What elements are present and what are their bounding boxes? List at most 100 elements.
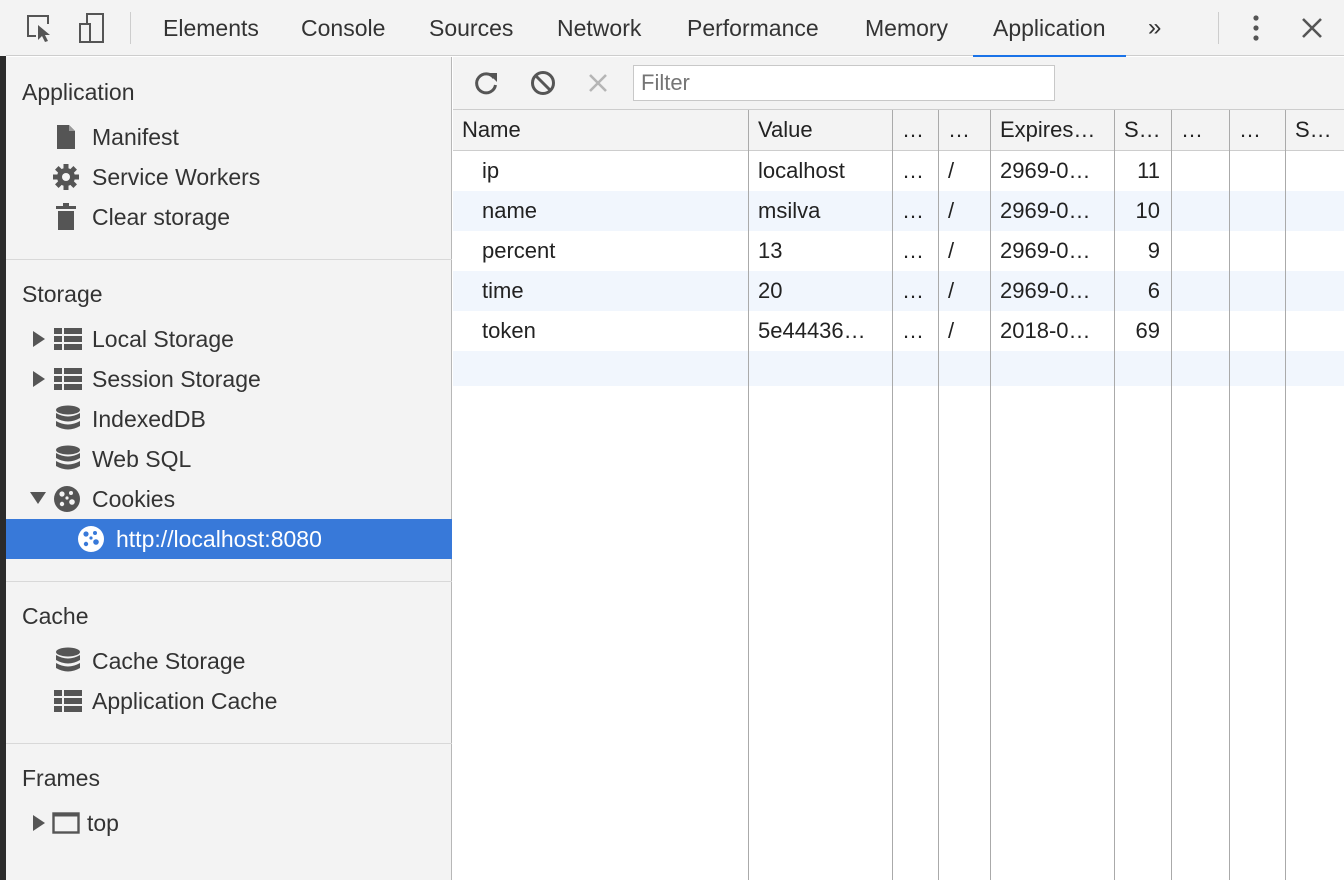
cell-domain: … (902, 198, 924, 223)
tab-memory[interactable]: Memory (865, 0, 948, 56)
refresh-icon[interactable] (470, 67, 502, 99)
cell-samesite (1286, 271, 1344, 311)
cell-value: 13 (758, 238, 783, 263)
column-header-path[interactable]: … (939, 110, 991, 151)
sidebar-item-label: top (87, 809, 119, 836)
cell-domain: … (902, 238, 924, 263)
cell-value: 20 (758, 278, 783, 303)
cell-secure (1230, 191, 1286, 231)
tab-console[interactable]: Console (301, 0, 385, 56)
sidebar-item-label: Service Workers (92, 163, 261, 190)
tab-network[interactable]: Network (557, 0, 641, 56)
table-grid-icon (54, 325, 82, 353)
cell-domain: … (902, 158, 924, 183)
cell-size: 9 (1147, 238, 1160, 263)
sidebar-item-label: Web SQL (92, 445, 192, 472)
column-header-expires[interactable]: Expires… (991, 110, 1115, 151)
table-grid-icon (54, 365, 82, 393)
sidebar-item-frame-top[interactable]: top (6, 803, 452, 843)
device-toolbar-icon[interactable] (74, 10, 110, 46)
sidebar-item-label: Clear storage (92, 203, 231, 230)
table-row[interactable]: token 5e44436… … / 2018-0… 69 (453, 311, 1344, 351)
sidebar-item-manifest[interactable]: Manifest (6, 117, 452, 157)
cell-path: / (948, 198, 955, 223)
sidebar-item-service-workers[interactable]: Service Workers (6, 157, 452, 197)
triangle-right-icon[interactable] (32, 815, 48, 831)
sidebar-item-local-storage[interactable]: Local Storage (6, 319, 452, 359)
more-tabs-button[interactable]: » (1148, 0, 1161, 56)
sidebar-item-session-storage[interactable]: Session Storage (6, 359, 452, 399)
gear-icon (52, 163, 80, 191)
triangle-right-icon[interactable] (32, 331, 48, 347)
sidebar-item-cookies[interactable]: Cookies (6, 479, 452, 519)
cell-name: name (482, 198, 538, 223)
cell-size: 10 (1135, 198, 1160, 223)
clear-all-icon[interactable] (527, 67, 559, 99)
kebab-menu-icon[interactable] (1238, 10, 1274, 46)
sidebar-item-label: Application Cache (92, 687, 278, 714)
cell-http (1172, 311, 1230, 351)
sidebar-item-indexeddb[interactable]: IndexedDB (6, 399, 452, 439)
column-header-http[interactable]: … (1172, 110, 1230, 151)
cookies-toolbar (453, 57, 1344, 110)
table-row[interactable]: name msilva … / 2969-0… 10 (453, 191, 1344, 231)
cell-size: 69 (1135, 318, 1160, 343)
cell-name: token (482, 318, 536, 343)
table-header: Name Value … … Expires… S… … … S… (453, 110, 1344, 151)
table-row[interactable]: ip localhost … / 2969-0… 11 (453, 151, 1344, 191)
application-sidebar: Application Manifest Service Workers Cle… (6, 57, 452, 880)
cell-expires: 2018-0… (1000, 318, 1091, 343)
column-header-size[interactable]: S… (1115, 110, 1172, 151)
cell-name: percent (482, 238, 556, 263)
cookies-table: Name Value … … Expires… S… … … S… ip loca… (453, 110, 1344, 880)
cookie-icon (53, 485, 81, 513)
table-row[interactable]: time 20 … / 2969-0… 6 (453, 271, 1344, 311)
sidebar-item-label: Session Storage (92, 365, 261, 392)
cell-secure (1230, 271, 1286, 311)
cell-path: / (948, 318, 955, 343)
empty-row (453, 351, 1344, 386)
close-icon[interactable] (1294, 10, 1330, 46)
sidebar-item-label: Local Storage (92, 325, 234, 352)
tab-performance[interactable]: Performance (687, 0, 819, 56)
column-header-value[interactable]: Value (749, 110, 893, 151)
sidebar-item-label: IndexedDB (92, 405, 206, 432)
tab-elements[interactable]: Elements (163, 0, 259, 56)
filter-input[interactable] (633, 65, 1055, 101)
cell-path: / (948, 238, 955, 263)
sidebar-item-application-cache[interactable]: Application Cache (6, 681, 452, 721)
inspect-element-icon[interactable] (22, 10, 58, 46)
cell-http (1172, 191, 1230, 231)
cell-samesite (1286, 191, 1344, 231)
cell-expires: 2969-0… (1000, 278, 1091, 303)
cell-secure (1230, 151, 1286, 191)
cell-name: ip (482, 158, 500, 183)
tab-application[interactable]: Application (973, 0, 1125, 57)
cell-size: 6 (1147, 278, 1160, 303)
sidebar-item-web-sql[interactable]: Web SQL (6, 439, 452, 479)
sidebar-item-cache-storage[interactable]: Cache Storage (6, 641, 452, 681)
sidebar-item-label: Manifest (92, 123, 179, 150)
table-row[interactable]: percent 13 … / 2969-0… 9 (453, 231, 1344, 271)
trash-icon (52, 203, 80, 231)
cell-samesite (1286, 151, 1344, 191)
sidebar-item-label: http://localhost:8080 (116, 525, 322, 552)
cell-value: msilva (758, 198, 821, 223)
column-header-secure[interactable]: … (1230, 110, 1286, 151)
triangle-right-icon[interactable] (32, 371, 48, 387)
section-title-cache: Cache (22, 603, 89, 629)
column-header-samesite[interactable]: S… (1286, 110, 1344, 151)
delete-selected-icon[interactable] (582, 67, 614, 99)
cell-domain: … (902, 278, 924, 303)
triangle-down-icon[interactable] (30, 491, 46, 507)
cell-expires: 2969-0… (1000, 198, 1091, 223)
sidebar-item-cookie-origin[interactable]: http://localhost:8080 (6, 519, 452, 559)
cell-path: / (948, 278, 955, 303)
sidebar-item-clear-storage[interactable]: Clear storage (6, 197, 452, 237)
database-icon (54, 405, 82, 433)
column-header-domain[interactable]: … (893, 110, 939, 151)
column-header-name[interactable]: Name (453, 110, 749, 151)
tab-sources[interactable]: Sources (429, 0, 513, 56)
cell-path: / (948, 158, 955, 183)
cell-secure (1230, 231, 1286, 271)
